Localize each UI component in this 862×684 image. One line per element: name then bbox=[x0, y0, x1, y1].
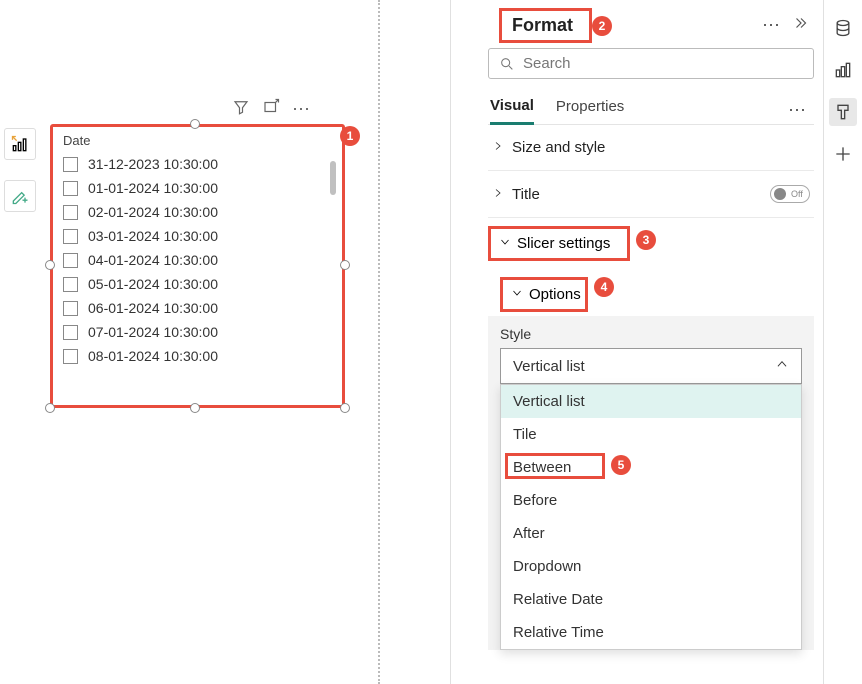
scrollbar-thumb[interactable] bbox=[330, 161, 336, 195]
slicer-item-label: 05-01-2024 10:30:00 bbox=[88, 276, 218, 292]
more-options-icon[interactable]: ⋯ bbox=[292, 99, 312, 120]
focus-mode-icon[interactable] bbox=[262, 98, 280, 121]
format-pane-icon[interactable] bbox=[829, 98, 857, 126]
slicer-item-label: 07-01-2024 10:30:00 bbox=[88, 324, 218, 340]
annotation-callout-4: 4 bbox=[594, 277, 614, 297]
dropdown-option-vertical-list[interactable]: Vertical list bbox=[501, 385, 801, 418]
slicer-item[interactable]: 04-01-2024 10:30:00 bbox=[63, 248, 332, 272]
selection-handle[interactable] bbox=[190, 119, 200, 129]
checkbox-icon[interactable] bbox=[63, 253, 78, 268]
chevron-up-icon bbox=[775, 357, 789, 375]
add-pane-icon[interactable] bbox=[829, 140, 857, 168]
section-size-and-style[interactable]: Size and style bbox=[488, 125, 814, 171]
chevron-down-icon bbox=[499, 235, 511, 252]
drill-through-icon[interactable] bbox=[4, 128, 36, 160]
dropdown-option-relative-time[interactable]: Relative Time bbox=[501, 616, 801, 649]
dropdown-option-before[interactable]: Before bbox=[501, 484, 801, 517]
chevron-right-icon bbox=[492, 186, 506, 203]
date-slicer-visual[interactable]: Date 31-12-2023 10:30:00 01-01-2024 10:3… bbox=[50, 124, 345, 408]
slicer-field-header: Date bbox=[53, 127, 342, 152]
checkbox-icon[interactable] bbox=[63, 229, 78, 244]
annotation-callout-2: 2 bbox=[592, 16, 612, 36]
section-label: Slicer settings bbox=[517, 235, 610, 252]
slicer-item-label: 03-01-2024 10:30:00 bbox=[88, 228, 218, 244]
slicer-item-list[interactable]: 31-12-2023 10:30:00 01-01-2024 10:30:00 … bbox=[53, 152, 342, 400]
format-pane-title: Format bbox=[499, 8, 592, 43]
toggle-label: Off bbox=[791, 189, 803, 199]
format-tabs: Visual Properties ⋯ bbox=[488, 93, 814, 125]
checkbox-icon[interactable] bbox=[63, 325, 78, 340]
expand-right-icon[interactable] bbox=[792, 14, 810, 37]
data-pane-icon[interactable] bbox=[829, 14, 857, 42]
canvas-divider bbox=[378, 0, 380, 684]
checkbox-icon[interactable] bbox=[63, 181, 78, 196]
format-pane-header: Format 2 ⋯ bbox=[451, 0, 818, 51]
options-content: Style Vertical list Vertical list Tile B… bbox=[488, 316, 814, 650]
slicer-item[interactable]: 07-01-2024 10:30:00 bbox=[63, 320, 332, 344]
selection-handle[interactable] bbox=[45, 403, 55, 413]
dropdown-option-tile[interactable]: Tile bbox=[501, 418, 801, 451]
slicer-item[interactable]: 08-01-2024 10:30:00 bbox=[63, 344, 332, 368]
visual-header-toolbar: ⋯ bbox=[232, 98, 312, 121]
slicer-item-label: 06-01-2024 10:30:00 bbox=[88, 300, 218, 316]
style-dropdown-list: Vertical list Tile Between 5 Before Afte… bbox=[500, 384, 802, 650]
search-input[interactable]: Search bbox=[488, 48, 814, 79]
more-options-icon[interactable]: ⋯ bbox=[762, 15, 782, 36]
format-pane-body: Search Visual Properties ⋯ Size and styl… bbox=[488, 48, 814, 650]
checkbox-icon[interactable] bbox=[63, 157, 78, 172]
section-label: Title bbox=[512, 186, 540, 203]
section-title[interactable]: Title Off bbox=[488, 171, 814, 218]
slicer-item[interactable]: 06-01-2024 10:30:00 bbox=[63, 296, 332, 320]
slicer-item[interactable]: 02-01-2024 10:30:00 bbox=[63, 200, 332, 224]
section-slicer-settings[interactable]: Slicer settings bbox=[488, 226, 630, 261]
checkbox-icon[interactable] bbox=[63, 349, 78, 364]
visual-tool-icons bbox=[4, 124, 36, 216]
checkbox-icon[interactable] bbox=[63, 205, 78, 220]
subsection-label: Options bbox=[529, 286, 581, 303]
dropdown-option-relative-date[interactable]: Relative Date bbox=[501, 583, 801, 616]
search-icon bbox=[499, 56, 515, 72]
more-options-icon[interactable]: ⋯ bbox=[788, 100, 812, 121]
dropdown-option-label: Between bbox=[513, 459, 571, 476]
slicer-item[interactable]: 05-01-2024 10:30:00 bbox=[63, 272, 332, 296]
slicer-item-label: 04-01-2024 10:30:00 bbox=[88, 252, 218, 268]
chevron-right-icon bbox=[492, 139, 506, 156]
section-label: Size and style bbox=[512, 139, 605, 156]
dropdown-option-dropdown[interactable]: Dropdown bbox=[501, 550, 801, 583]
annotation-callout-1: 1 bbox=[340, 126, 360, 146]
style-dropdown[interactable]: Vertical list bbox=[500, 348, 802, 384]
selection-handle[interactable] bbox=[340, 403, 350, 413]
tab-visual[interactable]: Visual bbox=[490, 97, 534, 125]
report-canvas[interactable]: ⋯ Date 31-12-2023 10:30:00 01-01-2024 10… bbox=[0, 0, 375, 684]
dropdown-selected-value: Vertical list bbox=[513, 358, 585, 375]
checkbox-icon[interactable] bbox=[63, 301, 78, 316]
slicer-item[interactable]: 31-12-2023 10:30:00 bbox=[63, 152, 332, 176]
checkbox-icon[interactable] bbox=[63, 277, 78, 292]
annotation-callout-5: 5 bbox=[611, 455, 631, 475]
slicer-item-label: 08-01-2024 10:30:00 bbox=[88, 348, 218, 364]
subsection-options[interactable]: Options bbox=[500, 277, 588, 312]
visualizations-pane-icon[interactable] bbox=[829, 56, 857, 84]
tab-properties[interactable]: Properties bbox=[556, 98, 624, 123]
filter-icon[interactable] bbox=[232, 98, 250, 121]
title-toggle[interactable]: Off bbox=[770, 185, 810, 203]
selection-handle[interactable] bbox=[340, 260, 350, 270]
slicer-item[interactable]: 01-01-2024 10:30:00 bbox=[63, 176, 332, 200]
dropdown-option-after[interactable]: After bbox=[501, 517, 801, 550]
slicer-item-label: 02-01-2024 10:30:00 bbox=[88, 204, 218, 220]
selection-handle[interactable] bbox=[190, 403, 200, 413]
slicer-item-label: 31-12-2023 10:30:00 bbox=[88, 156, 218, 172]
search-placeholder: Search bbox=[523, 55, 571, 72]
edit-visual-icon[interactable] bbox=[4, 180, 36, 212]
annotation-callout-3: 3 bbox=[636, 230, 656, 250]
right-tool-rail bbox=[823, 0, 861, 684]
style-field-label: Style bbox=[500, 326, 802, 342]
toggle-knob bbox=[774, 188, 786, 200]
dropdown-option-between[interactable]: Between 5 bbox=[501, 451, 801, 484]
chevron-down-icon bbox=[511, 286, 523, 303]
selection-handle[interactable] bbox=[45, 260, 55, 270]
slicer-item[interactable]: 03-01-2024 10:30:00 bbox=[63, 224, 332, 248]
slicer-item-label: 01-01-2024 10:30:00 bbox=[88, 180, 218, 196]
